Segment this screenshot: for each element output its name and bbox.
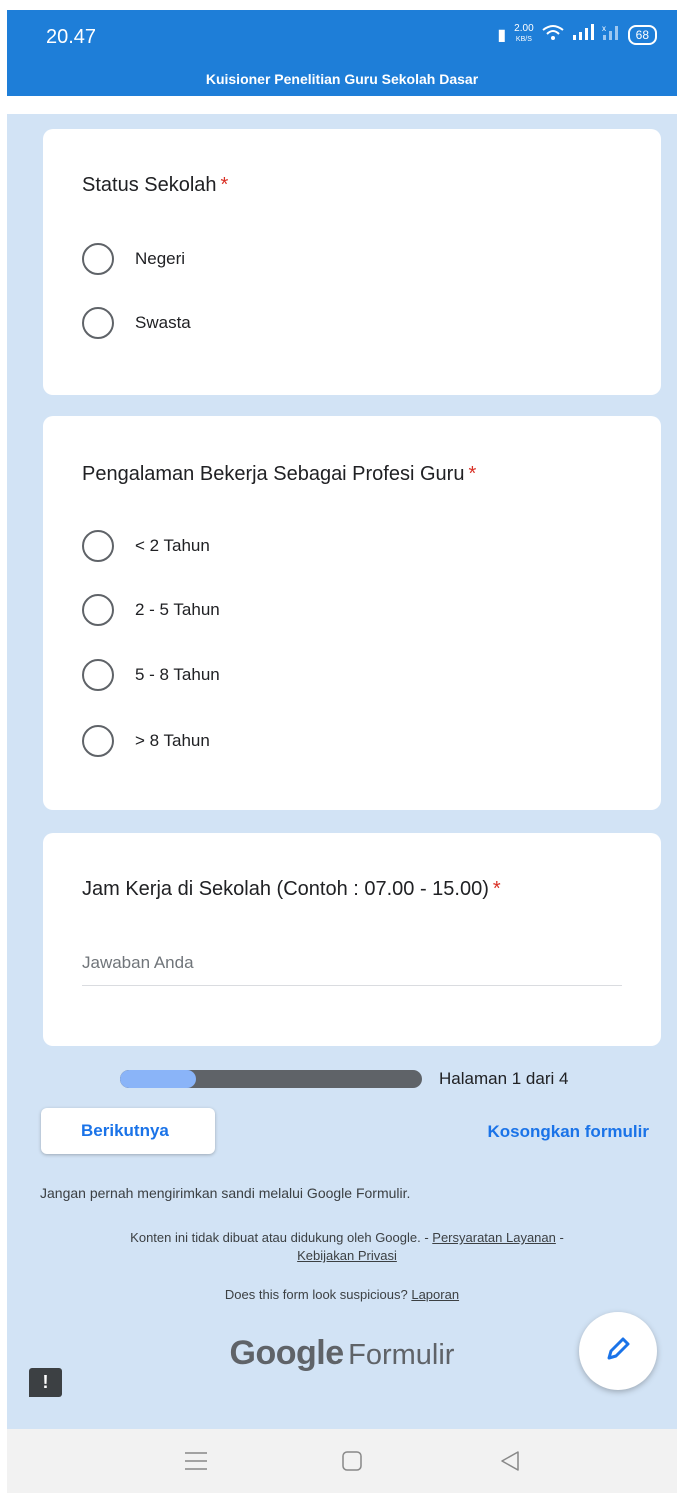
- radio-option-lt-2[interactable]: < 2 Tahun: [82, 530, 210, 562]
- radio-option-label: 2 - 5 Tahun: [135, 600, 220, 619]
- signal-off-icon: x: [602, 24, 620, 45]
- radio-option-label: Swasta: [135, 313, 191, 332]
- app-title: Kuisioner Penelitian Guru Sekolah Dasar: [7, 68, 677, 96]
- next-button[interactable]: Berikutnya: [41, 1108, 215, 1154]
- required-mark: *: [492, 878, 501, 900]
- status-icons: ▮ 2.00 KB/S x 68: [497, 24, 657, 45]
- suspicious-notice: Does this form look suspicious? Laporan: [224, 1287, 460, 1302]
- question-title: Jam Kerja di Sekolah (Contoh : 07.00 - 1…: [82, 878, 501, 900]
- required-mark: *: [220, 174, 229, 196]
- radio-option-2-5[interactable]: 2 - 5 Tahun: [82, 594, 220, 626]
- radio-option-negeri[interactable]: Negeri: [82, 243, 185, 275]
- radio-option-label: > 8 Tahun: [135, 731, 210, 750]
- page-indicator: Halaman 1 dari 4: [439, 1069, 569, 1088]
- feedback-icon[interactable]: !: [29, 1368, 62, 1397]
- progress-bar: [120, 1070, 422, 1088]
- radio-button[interactable]: [82, 659, 114, 691]
- radio-button[interactable]: [82, 243, 114, 275]
- radio-option-gt-8[interactable]: > 8 Tahun: [82, 725, 210, 757]
- clear-form-link[interactable]: Kosongkan formulir: [487, 1122, 649, 1142]
- status-bar: 20.47 ▮ 2.00 KB/S x 68: [7, 10, 677, 68]
- radio-button[interactable]: [82, 530, 114, 562]
- radio-option-5-8[interactable]: 5 - 8 Tahun: [82, 659, 220, 691]
- status-time: 20.47: [46, 26, 97, 48]
- radio-option-label: 5 - 8 Tahun: [135, 665, 220, 684]
- question-title: Pengalaman Bekerja Sebagai Profesi Guru *: [82, 463, 477, 485]
- report-link[interactable]: Laporan: [411, 1287, 459, 1302]
- required-mark: *: [468, 463, 477, 485]
- form-page: Status Sekolah * Negeri Swasta Pengalaman…: [7, 114, 677, 1429]
- wifi-icon: [542, 24, 564, 45]
- progress-fill: [120, 1070, 196, 1088]
- question-card-status-sekolah: Status Sekolah * Negeri Swasta: [43, 129, 661, 395]
- question-card-jam-kerja: Jam Kerja di Sekolah (Contoh : 07.00 - 1…: [43, 833, 661, 1046]
- terms-link[interactable]: Persyaratan Layanan: [432, 1230, 556, 1245]
- edit-fab[interactable]: [579, 1312, 657, 1390]
- answer-input[interactable]: [82, 953, 622, 986]
- signal-icon: [572, 24, 594, 45]
- radio-button[interactable]: [82, 307, 114, 339]
- google-forms-logo: Google Formulir: [229, 1334, 455, 1372]
- radio-option-label: < 2 Tahun: [135, 536, 210, 555]
- password-warning: Jangan pernah mengirimkan sandi melalui …: [40, 1185, 411, 1201]
- network-speed: 2.00 KB/S: [514, 23, 534, 44]
- radio-option-label: Negeri: [135, 249, 186, 268]
- disclaimer: Konten ini tidak dibuat atau didukung ol…: [130, 1230, 564, 1263]
- home-icon[interactable]: [337, 1447, 367, 1475]
- battery-icon: 68: [627, 24, 657, 45]
- vibrate-icon: ▮: [497, 26, 507, 44]
- pencil-icon: [603, 1334, 633, 1369]
- radio-button[interactable]: [82, 594, 114, 626]
- radio-button[interactable]: [82, 725, 114, 757]
- system-nav-bar: [7, 1429, 677, 1493]
- menu-icon[interactable]: [181, 1447, 211, 1475]
- svg-text:x: x: [602, 24, 606, 33]
- question-card-pengalaman: Pengalaman Bekerja Sebagai Profesi Guru *…: [43, 416, 661, 810]
- privacy-link[interactable]: Kebijakan Privasi: [297, 1248, 397, 1263]
- question-title: Status Sekolah *: [82, 174, 229, 196]
- radio-option-swasta[interactable]: Swasta: [82, 307, 191, 339]
- back-icon[interactable]: [495, 1447, 525, 1475]
